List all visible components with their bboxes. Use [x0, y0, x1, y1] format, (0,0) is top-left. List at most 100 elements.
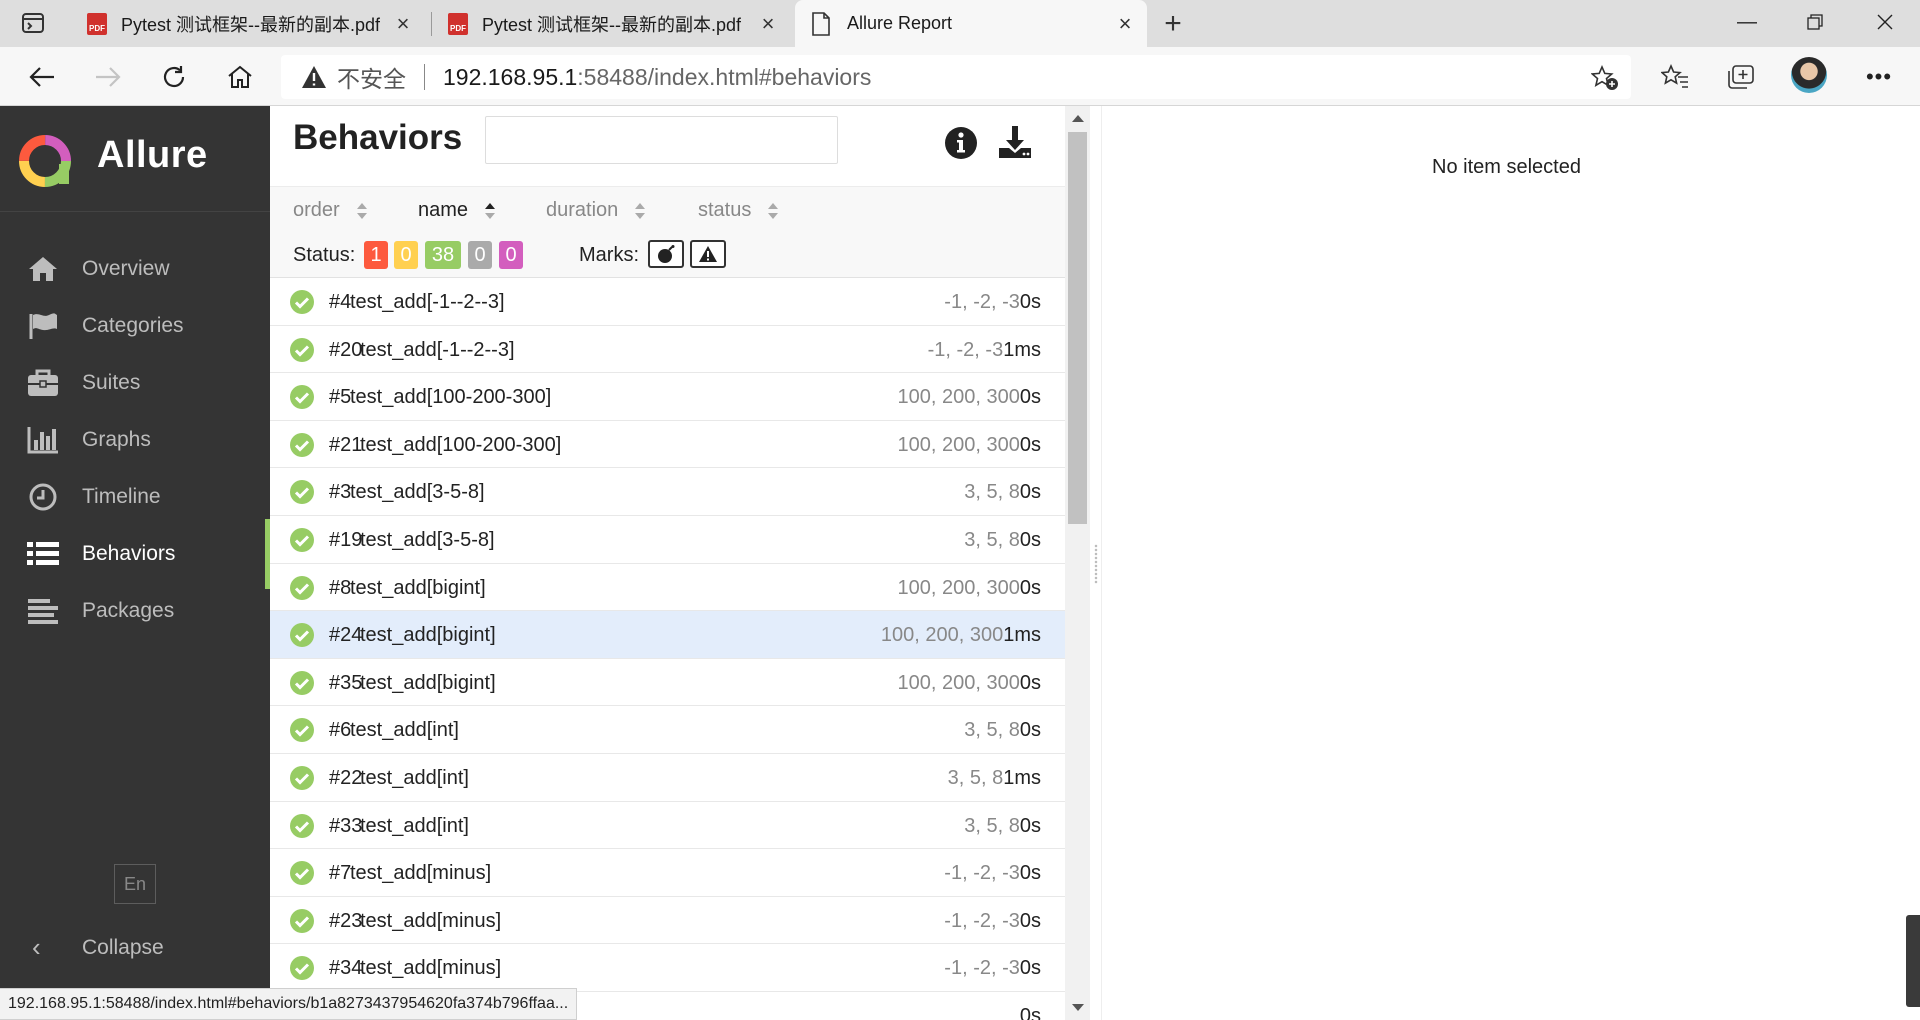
table-row[interactable]: #35 test_add[bigint] 100, 200, 3000s	[270, 659, 1065, 707]
sidebar-item-suites[interactable]: Suites	[0, 354, 270, 412]
search-input[interactable]	[485, 116, 838, 164]
mark-new-failed-button[interactable]	[690, 240, 726, 268]
close-tab-icon[interactable]: ×	[1115, 11, 1135, 36]
forward-arrow-icon	[96, 67, 121, 87]
scrollbar-thumb[interactable]	[1068, 132, 1087, 524]
row-params: 100, 200, 300	[897, 671, 1020, 694]
info-icon[interactable]	[944, 126, 978, 160]
table-row[interactable]: #3 test_add[3-5-8] 3, 5, 80s	[270, 468, 1065, 516]
table-row[interactable]: #23 test_add[minus] -1, -2, -30s	[270, 897, 1065, 945]
passed-check-icon	[290, 670, 314, 695]
tab-actions-icon	[22, 13, 44, 33]
table-row[interactable]: #6 test_add[int] 3, 5, 80s	[270, 706, 1065, 754]
table-row[interactable]: #24 test_add[bigint] 100, 200, 3001ms	[270, 611, 1065, 659]
row-order-number: #4	[329, 291, 352, 313]
sidebar-item-overview[interactable]: Overview	[0, 240, 270, 298]
status-badge-passed[interactable]: 38	[425, 241, 461, 269]
row-params: 3, 5, 8	[964, 719, 1020, 742]
language-switch[interactable]: En	[114, 864, 156, 904]
collections-button[interactable]	[1723, 59, 1759, 95]
url-path[interactable]: :58488/index.html#behaviors	[577, 64, 871, 91]
sort-icon	[635, 202, 646, 219]
sort-label: name	[418, 199, 469, 221]
sort-duration[interactable]: duration	[546, 199, 646, 222]
more-menu-button[interactable]: •••	[1862, 59, 1896, 95]
tab-actions-button[interactable]	[18, 10, 48, 36]
sidebar-item-categories[interactable]: Categories	[0, 297, 270, 355]
row-order-number: #23	[329, 909, 363, 932]
row-test-name: test_add[100-200-300]	[350, 386, 552, 409]
status-badge-broken[interactable]: 0	[394, 241, 418, 269]
close-tab-icon[interactable]: ×	[393, 11, 413, 36]
edge-sidebar-handle[interactable]	[1906, 915, 1920, 1007]
brand-name: Allure	[97, 134, 208, 176]
status-label: Status:	[293, 244, 356, 266]
reload-button[interactable]	[154, 57, 194, 97]
sidebar-item-packages[interactable]: Packages	[0, 582, 270, 640]
profile-avatar[interactable]	[1791, 57, 1827, 93]
browser-tab-pdf-1[interactable]: PDF Pytest 测试框架--最新的副本.pdf ×	[70, 0, 425, 47]
scroll-down-icon[interactable]	[1072, 1004, 1084, 1011]
table-row[interactable]: #22 test_add[int] 3, 5, 81ms	[270, 754, 1065, 802]
browser-tab-allure[interactable]: Allure Report ×	[795, 0, 1147, 47]
allure-logo-icon	[19, 135, 71, 187]
sidebar-item-timeline[interactable]: Timeline	[0, 468, 270, 526]
bar-chart-icon	[26, 425, 60, 455]
status-badge-unknown[interactable]: 0	[499, 241, 523, 269]
status-badge-failed[interactable]: 1	[364, 241, 388, 269]
sort-order[interactable]: order	[293, 199, 368, 222]
favorites-button[interactable]	[1657, 59, 1693, 95]
row-test-name: test_add[int]	[360, 766, 469, 789]
favorites-icon	[1661, 64, 1688, 88]
row-params: 100, 200, 300	[897, 386, 1020, 409]
results-scrollbar[interactable]	[1065, 106, 1090, 1020]
insecure-label[interactable]: 不安全	[337, 60, 406, 94]
close-tab-icon[interactable]: ×	[758, 11, 778, 36]
close-window-button[interactable]	[1852, 0, 1918, 44]
table-row[interactable]: #5 test_add[100-200-300] 100, 200, 3000s	[270, 373, 1065, 421]
table-row[interactable]: #21 test_add[100-200-300] 100, 200, 3000…	[270, 421, 1065, 469]
brand-header[interactable]: Allure	[0, 106, 270, 212]
passed-check-icon	[290, 385, 314, 410]
minimize-button[interactable]: —	[1714, 0, 1780, 44]
sidebar-item-label: Suites	[82, 371, 141, 394]
address-bar[interactable]: 不安全 192.168.95.1:58488/index.html#behavi…	[281, 55, 1631, 99]
download-icon[interactable]	[997, 124, 1033, 160]
back-button[interactable]	[22, 57, 62, 97]
status-badge-skipped[interactable]: 0	[468, 241, 492, 269]
table-row[interactable]: #19 test_add[3-5-8] 3, 5, 80s	[270, 516, 1065, 564]
home-button[interactable]	[220, 57, 260, 97]
status-bar-url: 192.168.95.1:58488/index.html#behaviors/…	[0, 988, 578, 1020]
table-row[interactable]: #8 test_add[bigint] 100, 200, 3000s	[270, 564, 1065, 612]
tab-title: Pytest 测试框架--最新的副本.pdf	[482, 14, 742, 35]
page-title: Behaviors	[293, 118, 463, 157]
new-tab-button[interactable]: +	[1157, 7, 1189, 40]
sort-status[interactable]: status	[698, 199, 779, 222]
browser-tab-pdf-2[interactable]: PDF Pytest 测试框架--最新的副本.pdf ×	[432, 0, 790, 47]
sidebar-item-graphs[interactable]: Graphs	[0, 411, 270, 469]
row-duration: 1ms	[1003, 624, 1041, 647]
restore-button[interactable]	[1782, 0, 1848, 44]
sort-name[interactable]: name	[418, 199, 496, 222]
row-meta: -1, -2, -30s	[944, 862, 1041, 885]
table-row[interactable]: #34 test_add[minus] -1, -2, -30s	[270, 944, 1065, 992]
row-duration: 0s	[1019, 433, 1041, 456]
collapse-button[interactable]: ‹ Collapse	[0, 922, 270, 972]
table-row[interactable]: #4 test_add[-1--2--3] -1, -2, -30s	[270, 278, 1065, 326]
row-order-number: #34	[329, 957, 363, 980]
home-icon	[26, 254, 60, 284]
passed-check-icon	[290, 765, 314, 790]
table-row[interactable]: #20 test_add[-1--2--3] -1, -2, -31ms	[270, 326, 1065, 374]
tab-strip: PDF Pytest 测试框架--最新的副本.pdf × PDF Pytest …	[0, 0, 1920, 47]
table-row[interactable]: #33 test_add[int] 3, 5, 80s	[270, 802, 1065, 850]
scroll-up-icon[interactable]	[1072, 115, 1084, 122]
table-row[interactable]: #7 test_add[minus] -1, -2, -30s	[270, 849, 1065, 897]
pane-splitter[interactable]	[1090, 106, 1102, 1020]
row-duration: 1ms	[1003, 766, 1041, 789]
add-favorite-icon[interactable]	[1591, 65, 1619, 91]
mark-flaky-button[interactable]	[648, 240, 684, 268]
row-params: 100, 200, 300	[897, 576, 1020, 599]
sidebar-item-behaviors[interactable]: Behaviors	[0, 519, 270, 589]
forward-button[interactable]	[88, 57, 128, 97]
url-host[interactable]: 192.168.95.1	[443, 64, 577, 91]
